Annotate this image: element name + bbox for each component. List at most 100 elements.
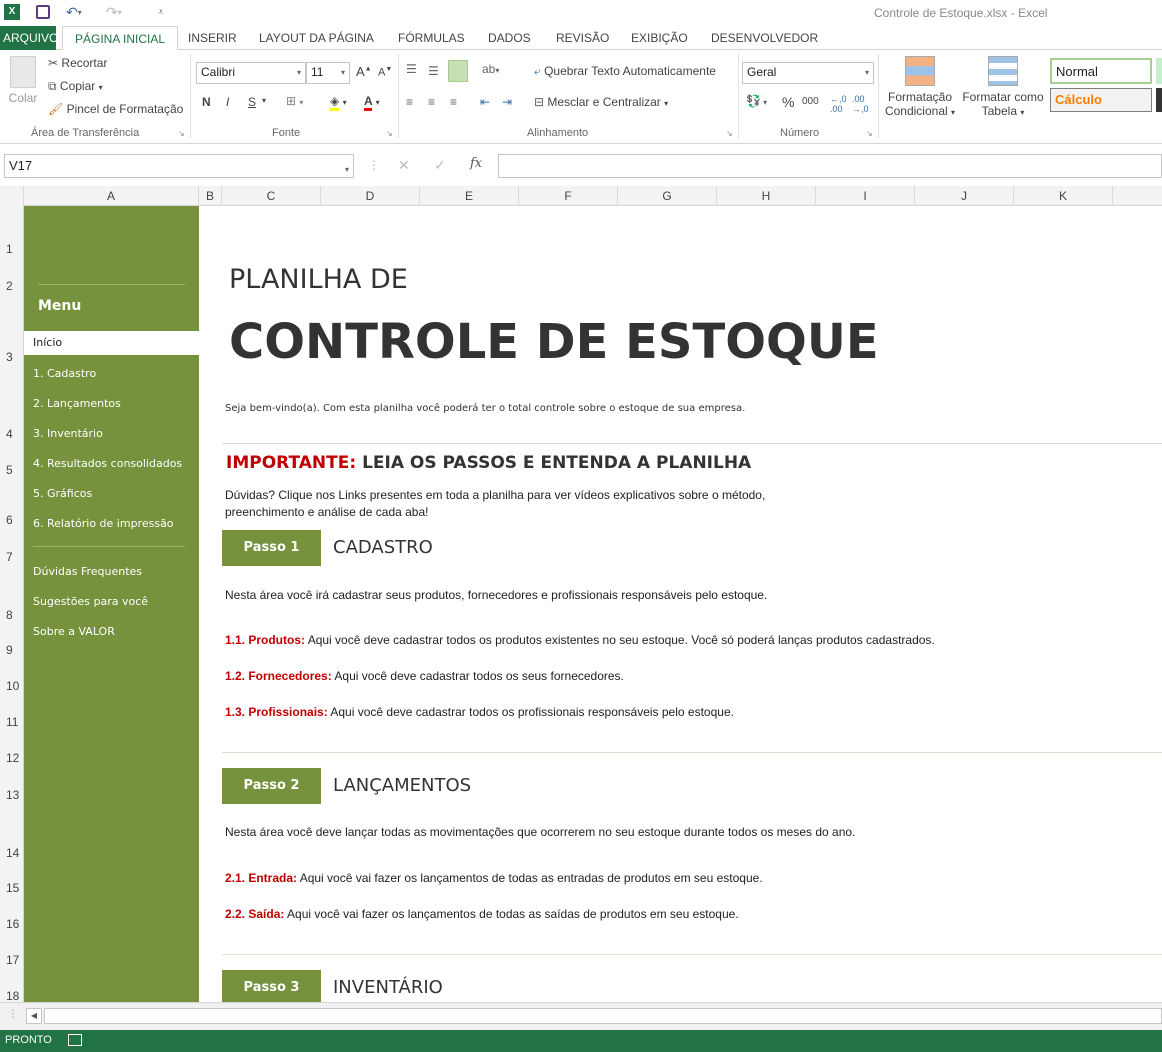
sidebar-item-graficos[interactable]: 5. Gráficos	[33, 487, 92, 500]
step-1-badge[interactable]: Passo 1	[222, 530, 321, 566]
grow-font-icon[interactable]: A▲	[356, 64, 372, 79]
format-as-table-button[interactable]: Formatar como Tabela ▾	[960, 56, 1046, 118]
formula-input[interactable]	[498, 154, 1162, 178]
tab-page-layout[interactable]: LAYOUT DA PÁGINA	[251, 26, 382, 50]
shrink-font-icon[interactable]: A▼	[378, 66, 392, 79]
increase-indent-icon[interactable]: ⇥	[502, 95, 512, 109]
bold-button[interactable]: N	[202, 95, 211, 109]
align-center-icon[interactable]: ≡	[428, 95, 435, 109]
orientation-icon[interactable]: ab▾	[482, 62, 499, 76]
cancel-icon[interactable]: ✕	[398, 157, 410, 174]
style-calc[interactable]: Cálculo	[1050, 88, 1152, 112]
column-header[interactable]: A	[24, 186, 199, 206]
sidebar-link-sobre[interactable]: Sobre a VALOR	[33, 625, 115, 638]
borders-icon[interactable]: ⊞ ▾	[286, 94, 303, 108]
font-name-select[interactable]: Calibri ▾	[196, 62, 306, 84]
fill-color-icon[interactable]: ◈ ▾	[330, 94, 347, 111]
sidebar-item-resultados[interactable]: 4. Resultados consolidados	[33, 457, 182, 470]
sidebar-item-inicio[interactable]: Início	[24, 331, 199, 355]
column-header-partial[interactable]	[1113, 186, 1162, 206]
tab-insert[interactable]: INSERIR	[180, 26, 245, 50]
percent-button[interactable]: %	[782, 94, 794, 110]
name-box[interactable]: V17 ▾	[4, 154, 354, 178]
column-header[interactable]: E	[420, 186, 519, 206]
merge-center-button[interactable]: ⊟ Mesclar e Centralizar ▾	[534, 95, 668, 109]
step-3-badge[interactable]: Passo 3	[222, 970, 321, 1006]
align-right-icon[interactable]: ≡	[450, 95, 457, 109]
decrease-decimal-icon[interactable]: .00 →,0	[852, 94, 869, 114]
number-format-select[interactable]: Geral ▾	[742, 62, 874, 84]
row-header[interactable]: 14	[0, 846, 22, 860]
underline-button[interactable]: S	[248, 95, 256, 109]
step-2-badge[interactable]: Passo 2	[222, 768, 321, 804]
row-header[interactable]: 8	[0, 608, 22, 622]
copy-button[interactable]: ⧉ Copiar ▾	[48, 79, 103, 94]
sidebar-link-duvidas[interactable]: Dúvidas Frequentes	[33, 565, 142, 578]
row-header[interactable]: 17	[0, 953, 22, 967]
align-top-icon[interactable]: ☰	[406, 62, 417, 76]
conditional-formatting-button[interactable]: Formatação Condicional ▾	[884, 56, 956, 118]
row-header[interactable]: 11	[0, 715, 22, 729]
column-header[interactable]: F	[519, 186, 618, 206]
tab-file[interactable]: ARQUIVO	[0, 26, 58, 50]
macro-record-icon[interactable]	[68, 1034, 82, 1046]
tab-view[interactable]: EXIBIÇÃO	[623, 26, 696, 50]
redo-icon[interactable]: ↷ ▾	[106, 3, 122, 21]
paste-button[interactable]: Colar	[8, 56, 38, 105]
row-header[interactable]: 9	[0, 643, 22, 657]
row-header[interactable]: 15	[0, 881, 22, 895]
tab-developer[interactable]: DESENVOLVEDOR	[703, 26, 826, 50]
currency-icon[interactable]: 💱 ▾	[746, 94, 767, 108]
sidebar-item-cadastro[interactable]: 1. Cadastro	[33, 367, 96, 380]
font-dialog-launcher-icon[interactable]: ↘	[386, 129, 393, 138]
tab-formulas[interactable]: FÓRMULAS	[390, 26, 473, 50]
customize-toolbar-icon[interactable]: ⩡	[158, 3, 164, 21]
tab-review[interactable]: REVISÃO	[548, 26, 617, 50]
thousands-button[interactable]: 000	[802, 96, 819, 107]
align-middle-icon[interactable]: ☰	[428, 64, 439, 78]
row-header[interactable]: 5	[0, 463, 22, 477]
horizontal-scrollbar[interactable]	[44, 1008, 1162, 1024]
row-header[interactable]: 7	[0, 550, 22, 564]
style-good-partial[interactable]	[1156, 58, 1162, 84]
insert-function-icon[interactable]: fx	[470, 156, 482, 171]
column-header[interactable]: C	[222, 186, 321, 206]
sidebar-item-relatorio[interactable]: 6. Relatório de impressão	[33, 517, 174, 530]
align-bottom-icon[interactable]	[448, 60, 468, 82]
scroll-left-icon[interactable]: ◀	[26, 1008, 42, 1024]
align-left-icon[interactable]: ≡	[406, 95, 413, 109]
row-header[interactable]: 13	[0, 788, 22, 802]
select-all-corner[interactable]	[0, 186, 24, 206]
decrease-indent-icon[interactable]: ⇤	[480, 95, 490, 109]
column-header[interactable]: D	[321, 186, 420, 206]
underline-dropdown-icon[interactable]: ▾	[262, 96, 266, 105]
sidebar-item-inventario[interactable]: 3. Inventário	[33, 427, 103, 440]
undo-icon[interactable]: ↶ ▾	[66, 3, 82, 21]
row-header[interactable]: 3	[0, 350, 22, 364]
column-header[interactable]: J	[915, 186, 1014, 206]
row-header[interactable]: 12	[0, 751, 22, 765]
increase-decimal-icon[interactable]: ←,0.00	[830, 94, 847, 114]
column-header[interactable]: K	[1014, 186, 1113, 206]
italic-button[interactable]: I	[226, 95, 229, 109]
confirm-icon[interactable]: ✓	[434, 157, 446, 174]
style-normal[interactable]: Normal	[1050, 58, 1152, 84]
sidebar-link-sugestoes[interactable]: Sugestões para você	[33, 595, 148, 608]
column-header[interactable]: B	[199, 186, 222, 206]
cut-button[interactable]: ✂ Recortar	[48, 56, 107, 70]
column-header[interactable]: H	[717, 186, 816, 206]
number-dialog-launcher-icon[interactable]: ↘	[866, 129, 873, 138]
dialog-launcher-icon[interactable]: ↘	[178, 129, 185, 138]
font-color-icon[interactable]: A ▾	[364, 94, 380, 111]
row-header[interactable]: 16	[0, 917, 22, 931]
tab-home[interactable]: PÁGINA INICIAL	[62, 26, 179, 51]
sidebar-item-lancamentos[interactable]: 2. Lançamentos	[33, 397, 121, 410]
font-size-select[interactable]: 11 ▾	[306, 62, 350, 84]
format-painter-button[interactable]: 🖌 Pincel de Formatação	[48, 102, 183, 116]
row-header[interactable]: 10	[0, 679, 22, 693]
alignment-dialog-launcher-icon[interactable]: ↘	[726, 129, 733, 138]
wrap-text-button[interactable]: ⤶ Quebrar Texto Automaticamente	[534, 64, 716, 79]
row-header[interactable]: 4	[0, 427, 22, 441]
row-header[interactable]: 1	[0, 242, 22, 256]
row-header[interactable]: 18	[0, 989, 22, 1003]
